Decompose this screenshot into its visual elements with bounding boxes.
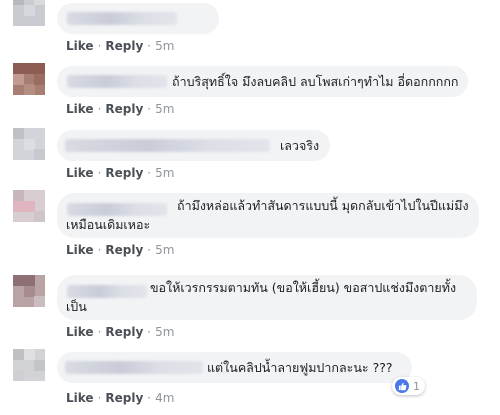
reply-button[interactable]: Reply xyxy=(105,166,143,180)
commenter-name-blurred[interactable] xyxy=(65,361,203,374)
comment-actions: Like · Reply · 4m xyxy=(66,391,175,405)
avatar[interactable] xyxy=(13,349,45,381)
comment-time[interactable]: 5m xyxy=(155,39,174,53)
comment-time[interactable]: 5m xyxy=(155,325,174,339)
comment-actions: Like · Reply · 5m xyxy=(66,102,175,116)
comment-time[interactable]: 5m xyxy=(155,102,174,116)
comment-text-line1: ถ้ามึงหล่อแล้วทำสันดารแบบนี้ มุดกลับเข้า… xyxy=(177,198,469,213)
comment-bubble: ถ้ามึงหล่อแล้วทำสันดารแบบนี้ มุดกลับเข้า… xyxy=(57,193,479,238)
like-button[interactable]: Like xyxy=(66,243,94,257)
like-button[interactable]: Like xyxy=(66,166,94,180)
comment-time[interactable]: 4m xyxy=(155,391,174,405)
avatar[interactable] xyxy=(13,190,45,222)
like-button[interactable]: Like xyxy=(66,391,94,405)
comment-actions: Like · Reply · 5m xyxy=(66,39,175,53)
avatar[interactable] xyxy=(13,0,45,26)
comment-bubble: แต่ในคลิปน้ำลายฟูมปากละนะ ??? 1 xyxy=(57,352,425,395)
comment-time[interactable]: 5m xyxy=(155,166,174,180)
reply-button[interactable]: Reply xyxy=(105,243,143,257)
comment-bubble: ถ้าบริสุทธิ์ใจ มึงลบคลิป ลบโพสเก่าๆทำไม … xyxy=(57,66,468,97)
reaction-count: 1 xyxy=(413,379,420,393)
avatar[interactable] xyxy=(13,63,45,95)
comment-bubble: เลวจริง xyxy=(57,130,330,161)
comment-text-line2: เป็น xyxy=(66,299,87,314)
like-icon xyxy=(395,379,409,393)
avatar[interactable] xyxy=(13,275,45,307)
comment-bubble xyxy=(57,3,219,34)
comment-actions: Like · Reply · 5m xyxy=(66,166,175,180)
like-button[interactable]: Like xyxy=(66,325,94,339)
comment-bubble: ขอให้เวรกรรมตามทัน (ขอให้เฮี้ยน) ขอสาปแช… xyxy=(57,275,477,320)
comment-text: แต่ในคลิปน้ำลายฟูมปากละนะ ??? xyxy=(207,360,393,375)
comment-time[interactable]: 5m xyxy=(155,243,174,257)
reply-button[interactable]: Reply xyxy=(105,39,143,53)
comment-text: เลวจริง xyxy=(280,138,320,153)
comment-actions: Like · Reply · 5m xyxy=(66,243,175,257)
avatar[interactable] xyxy=(13,128,45,160)
commenter-name-blurred[interactable] xyxy=(67,12,177,25)
commenter-name-blurred[interactable] xyxy=(67,75,167,88)
comment-text-line2: เหมือนเดิมเหอะ xyxy=(66,217,151,232)
comment-actions: Like · Reply · 5m xyxy=(66,325,175,339)
commenter-name-blurred[interactable] xyxy=(65,139,270,152)
like-button[interactable]: Like xyxy=(66,39,94,53)
reply-button[interactable]: Reply xyxy=(105,391,143,405)
comment-text-line1: ขอให้เวรกรรมตามทัน (ขอให้เฮี้ยน) ขอสาปแช… xyxy=(150,280,457,295)
comment-text: ถ้าบริสุทธิ์ใจ มึงลบคลิป ลบโพสเก่าๆทำไม … xyxy=(172,74,459,89)
reply-button[interactable]: Reply xyxy=(105,325,143,339)
like-button[interactable]: Like xyxy=(66,102,94,116)
reaction-summary[interactable]: 1 xyxy=(392,377,425,395)
reply-button[interactable]: Reply xyxy=(105,102,143,116)
